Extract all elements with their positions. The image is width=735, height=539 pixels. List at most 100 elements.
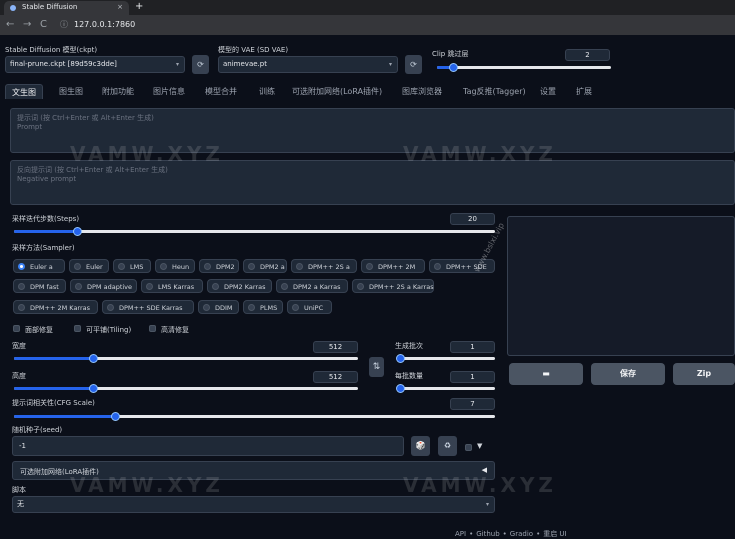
steps-number[interactable]: 20 [450, 213, 495, 225]
radio-icon [160, 263, 167, 270]
refresh-ckpt-button[interactable]: ⟳ [192, 55, 209, 74]
slider-fill [14, 415, 115, 418]
batch-size-number[interactable]: 1 [450, 371, 495, 383]
random-seed-button[interactable]: 🎲 [411, 436, 430, 456]
sampler-option-lms[interactable]: LMS [113, 259, 151, 273]
radio-icon [281, 283, 288, 290]
slider-thumb[interactable] [396, 354, 405, 363]
sampler-option-label: DPM++ 2M Karras [30, 304, 91, 312]
lora-accordion[interactable]: 可选附加网络(LoRA插件) ◀ [12, 461, 495, 480]
footer-link-github[interactable]: Github [476, 530, 499, 538]
swap-dimensions-button[interactable]: ⇅ [369, 357, 384, 377]
expand-icon[interactable]: ▼ [477, 442, 482, 450]
script-select[interactable]: 无 ▾ [12, 496, 495, 513]
slider-thumb[interactable] [396, 384, 405, 393]
footer-link-api[interactable]: API [455, 530, 466, 538]
sampler-option-dpm-sde[interactable]: DPM++ SDE [429, 259, 495, 273]
tab-image-browser[interactable]: 图库浏览器 [402, 84, 442, 99]
sampler-option-heun[interactable]: Heun [155, 259, 195, 273]
sampler-option-dpm-sde-karras[interactable]: DPM++ SDE Karras [102, 300, 194, 314]
save-button[interactable]: 保存 [591, 363, 665, 385]
tab-settings[interactable]: 设置 [540, 84, 556, 99]
sampler-option-lms-karras[interactable]: LMS Karras [141, 279, 203, 293]
sampler-option-unipc[interactable]: UniPC [287, 300, 332, 314]
tab-png-info[interactable]: 图片信息 [153, 84, 185, 99]
back-icon[interactable]: ← [6, 18, 14, 32]
tiling-checkbox[interactable] [74, 325, 81, 332]
tab-train[interactable]: 训练 [259, 84, 275, 99]
vae-select[interactable]: animevae.pt ▾ [218, 56, 398, 73]
steps-slider[interactable] [14, 227, 495, 236]
sampler-option-dpm-adaptive[interactable]: DPM adaptive [70, 279, 137, 293]
tab-additional-networks[interactable]: 可选附加网络(LoRA插件) [292, 84, 382, 99]
sampler-option-label: DDIM [215, 304, 233, 312]
slider-thumb[interactable] [111, 412, 120, 421]
width-slider[interactable] [14, 354, 358, 363]
tab-extensions[interactable]: 扩展 [576, 84, 592, 99]
tab-txt2img[interactable]: 文生图 [5, 84, 43, 99]
swap-icon: ⇅ [372, 362, 381, 372]
sampler-option-euler-a[interactable]: Euler a [13, 259, 65, 273]
slider-thumb[interactable] [72, 227, 82, 236]
site-info-icon[interactable]: ⓘ [60, 20, 68, 29]
sampler-option-dpm2-a-karras[interactable]: DPM2 a Karras [276, 279, 348, 293]
cfg-slider[interactable] [14, 412, 495, 421]
sampler-option-dpm2-a[interactable]: DPM2 a [243, 259, 287, 273]
height-number[interactable]: 512 [313, 371, 358, 383]
slider-thumb[interactable] [448, 63, 458, 72]
clip-skip-slider[interactable] [437, 63, 611, 72]
footer-link-reload-ui[interactable]: 重启 UI [543, 530, 566, 538]
script-value: 无 [17, 500, 24, 508]
folder-icon: ▬ [542, 369, 550, 378]
url-text: 127.0.0.1:7860 [74, 20, 136, 29]
tab-checkpoint-merger[interactable]: 模型合并 [205, 84, 237, 99]
hires-fix-checkbox[interactable] [149, 325, 156, 332]
sampler-option-dpm-2s-a-karras[interactable]: DPM++ 2S a Karras [352, 279, 434, 293]
seed-input[interactable]: -1 [12, 436, 404, 456]
tab-tagger[interactable]: Tag反推(Tagger) [463, 84, 526, 99]
refresh-vae-button[interactable]: ⟳ [405, 55, 422, 74]
cfg-number[interactable]: 7 [450, 398, 495, 410]
slider-thumb[interactable] [89, 384, 99, 393]
sampler-option-dpm2-karras[interactable]: DPM2 Karras [207, 279, 272, 293]
prompt-textarea[interactable]: 提示词 (按 Ctrl+Enter 或 Alt+Enter 生成) Prompt [10, 108, 735, 153]
sampler-option-label: Euler [86, 263, 103, 271]
restore-faces-checkbox[interactable] [13, 325, 20, 332]
negative-prompt-textarea[interactable]: 反向提示词 (按 Ctrl+Enter 或 Alt+Enter 生成) Nega… [10, 160, 735, 205]
sampler-option-label: DPM++ 2S a Karras [369, 283, 434, 291]
new-tab-icon[interactable]: + [135, 0, 143, 14]
batch-size-slider[interactable] [396, 384, 495, 393]
ckpt-select[interactable]: final-prune.ckpt [89d59c3dde] ▾ [5, 56, 185, 73]
sampler-option-ddim[interactable]: DDIM [198, 300, 239, 314]
url-field[interactable]: ⓘ 127.0.0.1:7860 [60, 18, 135, 32]
open-folder-button[interactable]: ▬ [509, 363, 583, 385]
zip-button[interactable]: Zip [673, 363, 735, 385]
footer-link-gradio[interactable]: Gradio [510, 530, 533, 538]
batch-count-number[interactable]: 1 [450, 341, 495, 353]
extra-seed-checkbox[interactable] [465, 444, 472, 451]
tab-extras[interactable]: 附加功能 [102, 84, 134, 99]
sampler-option-dpm-2s-a[interactable]: DPM++ 2S a [291, 259, 357, 273]
collapse-arrow-icon: ◀ [481, 466, 487, 474]
sampler-option-label: DPM adaptive [87, 283, 133, 291]
tab-img2img[interactable]: 图生图 [59, 84, 83, 99]
reuse-seed-button[interactable]: ♻ [438, 436, 457, 456]
sampler-option-dpm-2m-karras[interactable]: DPM++ 2M Karras [13, 300, 98, 314]
batch-count-slider[interactable] [396, 354, 495, 363]
slider-thumb[interactable] [89, 354, 99, 363]
width-number[interactable]: 512 [313, 341, 358, 353]
sampler-option-euler[interactable]: Euler [69, 259, 109, 273]
forward-icon[interactable]: → [23, 18, 31, 32]
clip-skip-number[interactable]: 2 [565, 49, 610, 61]
sampler-option-dpm2[interactable]: DPM2 [199, 259, 239, 273]
height-slider[interactable] [14, 384, 358, 393]
reload-icon[interactable]: C [40, 18, 47, 32]
radio-icon [248, 263, 255, 270]
prompt-placeholder: 提示词 (按 Ctrl+Enter 或 Alt+Enter 生成) [17, 114, 154, 122]
radio-icon [204, 263, 211, 270]
browser-tab[interactable]: Stable Diffusion × [4, 1, 129, 15]
close-tab-icon[interactable]: × [117, 1, 123, 14]
sampler-option-dpm-2m[interactable]: DPM++ 2M [361, 259, 425, 273]
sampler-option-plms[interactable]: PLMS [243, 300, 283, 314]
sampler-option-dpm-fast[interactable]: DPM fast [13, 279, 66, 293]
